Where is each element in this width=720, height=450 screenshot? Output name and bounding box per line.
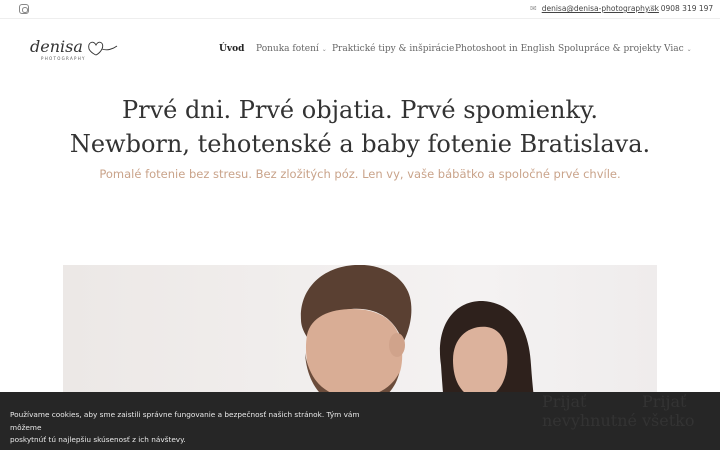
mail-icon: ✉ [530,4,537,13]
chevron-down-icon: ⌄ [686,45,692,53]
nav-item-label: Viac [664,44,684,54]
nav-item-label: Spolupráce & projekty [558,44,662,54]
phone-link[interactable]: 0908 319 197 [661,4,714,13]
hero-title-line1: Prvé dni. Prvé objatia. Prvé spomienky. [121,96,598,124]
contact-phone[interactable]: ✆ 0908 319 197 [649,4,713,13]
top-bar: ✉ denisa@denisa-photography.sk ✆ 0908 31… [0,0,720,19]
instagram-icon[interactable] [19,4,29,14]
nav-item-label: Praktické tipy & inšpirácie [332,44,455,54]
email-link[interactable]: denisa@denisa-photography.sk [542,4,659,13]
nav-item-viac[interactable]: Viac ⌄ [664,42,692,56]
hero-tagline: Pomalé fotenie bez stresu. Bez zložitých… [99,167,621,181]
logo-subtitle: PHOTOGRAPHY [41,56,86,61]
hero-title-line2: Newborn, tehotenské a baby fotenie Brati… [69,130,651,158]
logo-script: denisa [30,37,83,56]
accept-necessary-button[interactable]: Prijať nevyhnutné [542,392,637,450]
nav-item-label: Úvod [219,44,245,54]
nav-item-uvod[interactable]: Úvod [219,42,244,56]
nav-item-label: Ponuka fotení [256,44,319,54]
nav-item-photoshoot-english[interactable]: Photoshoot in English [455,42,555,56]
cookie-text: Používame cookies, aby sme zaistili sprá… [10,409,370,447]
nav-item-label: Photoshoot in English [455,44,555,54]
nav-item-spoluprace[interactable]: Spolupráce & projekty [558,42,661,56]
chevron-down-icon: ⌄ [321,45,327,53]
site-logo[interactable]: denisa PHOTOGRAPHY [29,32,119,64]
contact-email[interactable]: ✉ denisa@denisa-photography.sk [530,4,659,13]
phone-icon: ✆ [649,4,656,13]
cookie-text-line1: Používame cookies, aby sme zaistili sprá… [10,410,360,432]
nav-item-ponuka-foteni[interactable]: Ponuka fotení ⌄ [256,42,327,56]
cookie-text-line2: poskytnúť tú najlepšiu skúsenosť z ich n… [10,435,186,444]
accept-all-button[interactable]: Prijať všetko [642,392,710,450]
nav-item-prakticke-tipy[interactable]: Praktické tipy & inšpirácie [332,42,454,56]
